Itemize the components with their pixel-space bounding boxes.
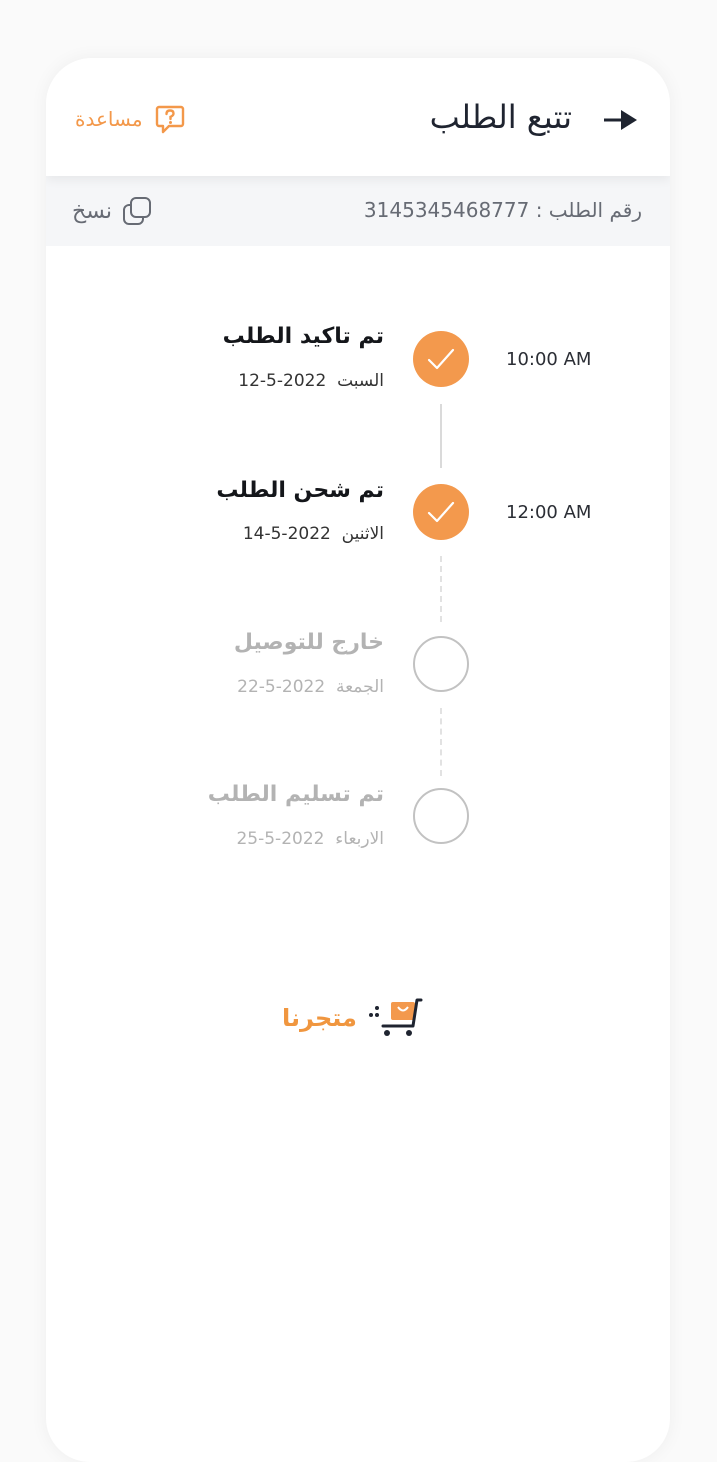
step-status-circle xyxy=(413,636,469,692)
tracking-card: تتبع الطلب مساعدة رقم الطلب : 3145345468… xyxy=(46,58,670,1462)
step-day: الاربعاء xyxy=(335,829,384,849)
step-date-value: 2022-5-12 xyxy=(238,371,327,391)
question-chat-icon xyxy=(155,105,184,134)
step-title: تم تاكيد الطلب xyxy=(222,324,384,349)
step-status-circle xyxy=(413,788,469,844)
check-icon xyxy=(427,348,455,370)
copy-label: نسخ xyxy=(72,198,112,224)
step-title: خارج للتوصيل xyxy=(233,630,384,655)
step-date-value: 2022-5-14 xyxy=(242,524,331,544)
step-day: الاثنين xyxy=(341,524,384,544)
timeline-connector xyxy=(440,708,442,776)
order-number: رقم الطلب : 3145345468777 xyxy=(363,198,642,222)
top-header: تتبع الطلب مساعدة xyxy=(46,58,670,176)
step-title: تم شحن الطلب xyxy=(216,478,384,503)
step-title: تم تسليم الطلب xyxy=(207,782,384,807)
step-date: الجمعة 2022-5-22 xyxy=(237,677,384,697)
arrow-right-icon[interactable] xyxy=(604,108,638,132)
step-date-value: 2022-5-25 xyxy=(236,829,325,849)
check-icon xyxy=(427,501,455,523)
step-date: الاثنين 2022-5-14 xyxy=(243,524,384,544)
step-date-value: 2022-5-22 xyxy=(237,677,326,697)
page-title: تتبع الطلب xyxy=(429,98,572,136)
copy-icon xyxy=(122,197,151,225)
step-date: الاربعاء 2022-5-25 xyxy=(236,829,384,849)
step-status-circle xyxy=(413,484,469,540)
step-day: الجمعة xyxy=(335,677,384,697)
step-day: السبت xyxy=(337,371,384,391)
help-button[interactable]: مساعدة xyxy=(75,104,185,134)
timeline-connector xyxy=(440,556,442,622)
timeline-connector xyxy=(440,404,442,468)
order-number-bar: رقم الطلب : 3145345468777 نسخ xyxy=(46,176,670,246)
brand-logo: متجرنا xyxy=(282,998,425,1038)
shopping-cart-icon xyxy=(368,998,423,1036)
step-date: السبت 2022-5-12 xyxy=(238,371,384,391)
step-status-circle xyxy=(413,331,469,387)
brand-name: متجرنا xyxy=(282,1004,357,1032)
help-label: مساعدة xyxy=(75,107,143,131)
step-time: 10:00 AM xyxy=(506,349,592,370)
copy-button[interactable]: نسخ xyxy=(72,196,152,226)
step-time: 12:00 AM xyxy=(506,502,592,523)
